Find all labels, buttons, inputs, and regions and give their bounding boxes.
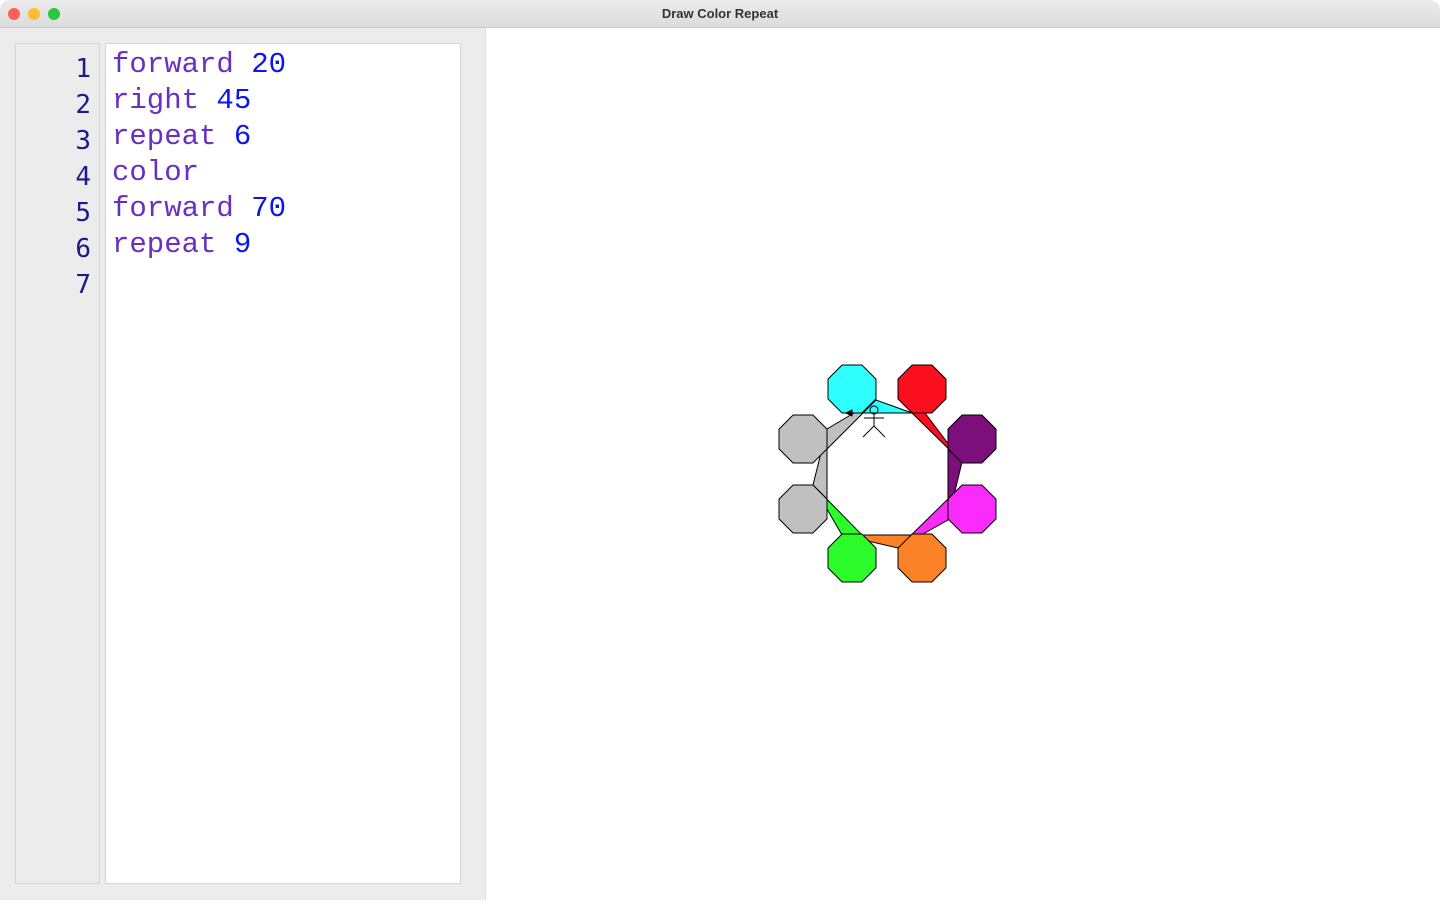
line-number: 3: [75, 126, 91, 156]
octagon-4: [897, 533, 947, 583]
octagon-0: [827, 364, 877, 414]
command-argument: 6: [233, 120, 252, 153]
octagon-7: [778, 414, 828, 464]
line-number: 6: [75, 234, 91, 264]
code-line[interactable]: forward 20: [112, 48, 286, 81]
command-keyword: repeat: [112, 120, 217, 153]
command-keyword: forward: [112, 192, 234, 225]
title-bar: Draw Color Repeat: [0, 0, 1440, 28]
code-editor[interactable]: forward 20 right 45 repeat 6 color forward 7…: [105, 43, 461, 884]
line-number: 7: [75, 270, 91, 300]
line-number: 1: [75, 54, 91, 84]
command-keyword: right: [112, 84, 200, 117]
command-argument: 20: [251, 48, 287, 81]
code-line[interactable]: forward 70: [112, 192, 286, 225]
command-argument: 70: [251, 192, 287, 225]
command-keyword: color: [112, 156, 200, 189]
command-keyword: repeat: [112, 228, 217, 261]
line-number: 2: [75, 90, 91, 120]
command-argument: 45: [216, 84, 252, 117]
line-number-gutter: 1 2 3 4 5 6 7: [15, 43, 100, 884]
octagon-2: [947, 414, 997, 464]
code-line[interactable]: repeat 9: [112, 228, 251, 261]
window-title: Draw Color Repeat: [661, 6, 779, 21]
octagon-6: [778, 484, 828, 534]
line-number: 4: [75, 162, 91, 192]
octagon-3: [947, 484, 997, 534]
code-panel: 1234567 forward 20 right 45 repeat 6 color f…: [0, 28, 486, 900]
octagon-1: [897, 364, 947, 414]
line-number: 5: [75, 198, 91, 228]
command-argument: 9: [233, 228, 252, 261]
code-line[interactable]: right 45: [112, 84, 251, 117]
code-line[interactable]: repeat 6: [112, 120, 251, 153]
command-keyword: forward: [112, 48, 234, 81]
turtle-drawing: [778, 364, 997, 583]
drawing-canvas: [487, 28, 1440, 900]
code-line[interactable]: color: [112, 156, 199, 189]
octagon-5: [827, 533, 877, 583]
